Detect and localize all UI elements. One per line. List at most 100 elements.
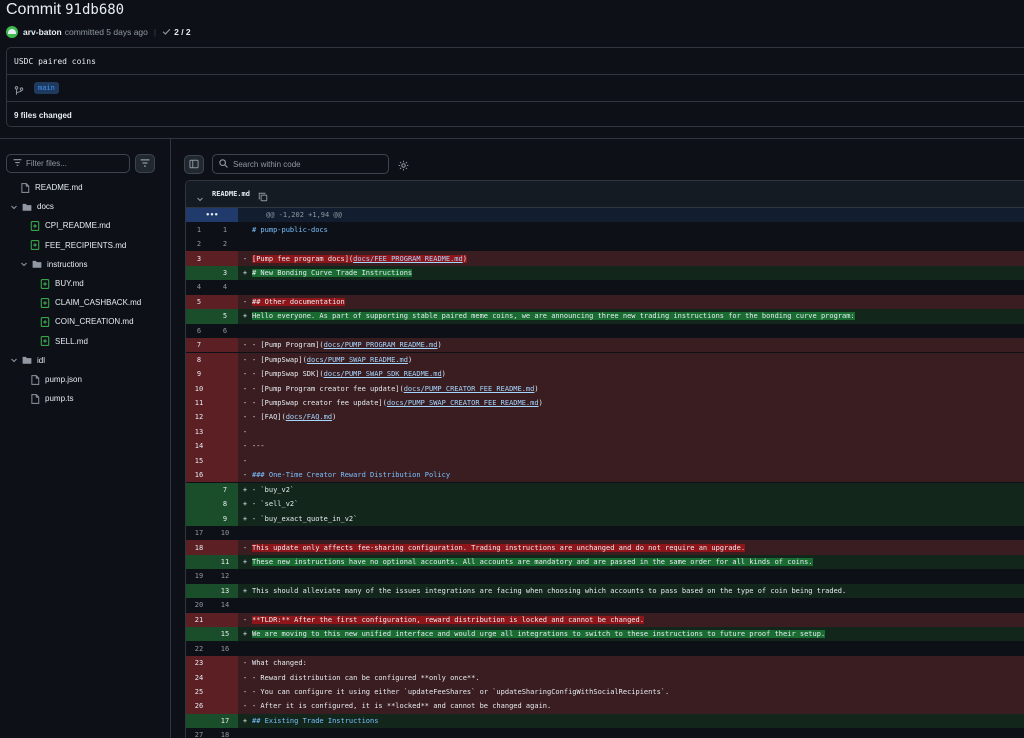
old-line-number[interactable]: 17: [186, 526, 212, 540]
old-line-number[interactable]: 24: [186, 670, 212, 685]
old-line-number[interactable]: 1: [186, 222, 212, 236]
old-line-number[interactable]: [186, 627, 212, 642]
avatar[interactable]: [6, 26, 18, 38]
sidebar-divider[interactable]: [170, 139, 171, 738]
new-line-number[interactable]: 4: [212, 280, 238, 294]
new-line-number[interactable]: [212, 670, 238, 685]
new-line-number[interactable]: [212, 453, 238, 469]
filter-files[interactable]: [6, 154, 130, 173]
chevron-down-icon[interactable]: [20, 260, 28, 268]
new-line-number[interactable]: 8: [212, 497, 238, 512]
old-line-number[interactable]: 5: [186, 294, 212, 310]
code-search[interactable]: [212, 154, 389, 174]
new-line-number[interactable]: 5: [212, 309, 238, 324]
new-line-number[interactable]: 2: [212, 237, 238, 251]
tree-folder[interactable]: docs: [10, 197, 54, 216]
old-line-number[interactable]: [186, 511, 212, 526]
new-line-number[interactable]: [212, 540, 238, 555]
tree-file[interactable]: README.md: [20, 178, 83, 197]
new-line-number[interactable]: [212, 395, 238, 411]
old-line-number[interactable]: [186, 713, 212, 729]
chevron-down-icon[interactable]: [10, 203, 18, 211]
new-line-number[interactable]: 6: [212, 324, 238, 338]
old-line-number[interactable]: 7: [186, 338, 212, 353]
new-line-number[interactable]: [212, 468, 238, 483]
old-line-number[interactable]: 3: [186, 251, 212, 266]
old-line-number[interactable]: 14: [186, 439, 212, 454]
new-line-number[interactable]: 13: [212, 583, 238, 599]
tree-file[interactable]: FEE_RECIPIENTS.md: [30, 236, 126, 255]
new-line-number[interactable]: [212, 338, 238, 353]
copy-icon[interactable]: [258, 189, 268, 202]
old-line-number[interactable]: 26: [186, 699, 212, 714]
new-line-number[interactable]: [212, 424, 238, 440]
tree-file[interactable]: CPI_README.md: [30, 216, 110, 235]
tree-file[interactable]: SELL.md: [40, 332, 88, 351]
old-line-number[interactable]: 12: [186, 410, 212, 425]
new-line-number[interactable]: [212, 439, 238, 454]
old-line-number[interactable]: 9: [186, 366, 212, 382]
old-line-number[interactable]: 13: [186, 424, 212, 440]
new-line-number[interactable]: [212, 366, 238, 382]
chevron-down-icon[interactable]: [196, 190, 204, 202]
diff-hunk-header[interactable]: ••• @@ -1,202 +1,94 @@: [186, 208, 1024, 223]
new-line-number[interactable]: [212, 381, 238, 396]
checks-status[interactable]: 2 / 2: [174, 27, 191, 37]
new-line-number[interactable]: 14: [212, 598, 238, 612]
code-search-input[interactable]: [233, 159, 383, 169]
old-line-number[interactable]: [186, 482, 212, 497]
new-line-number[interactable]: 17: [212, 713, 238, 729]
old-line-number[interactable]: 20: [186, 598, 212, 612]
new-line-number[interactable]: [212, 699, 238, 714]
new-line-number[interactable]: 12: [212, 569, 238, 583]
new-line-number[interactable]: [212, 684, 238, 700]
tree-file[interactable]: BUY.md: [40, 274, 84, 293]
new-line-number[interactable]: [212, 294, 238, 310]
old-line-number[interactable]: 4: [186, 280, 212, 294]
old-line-number[interactable]: 19: [186, 569, 212, 583]
new-line-number[interactable]: [212, 655, 238, 671]
old-line-number[interactable]: 22: [186, 642, 212, 656]
old-line-number[interactable]: 11: [186, 395, 212, 411]
old-line-number[interactable]: 8: [186, 352, 212, 367]
filter-options-button[interactable]: [135, 154, 155, 173]
tree-file[interactable]: CLAIM_CASHBACK.md: [40, 293, 141, 312]
diff-filename[interactable]: README.md: [212, 190, 250, 198]
new-line-number[interactable]: 9: [212, 511, 238, 526]
new-line-number[interactable]: [212, 410, 238, 425]
old-line-number[interactable]: [186, 554, 212, 570]
new-line-number[interactable]: 15: [212, 627, 238, 642]
old-line-number[interactable]: 25: [186, 684, 212, 700]
author-link[interactable]: arv-baton: [23, 27, 62, 37]
chevron-down-icon[interactable]: [10, 356, 18, 364]
new-line-number[interactable]: [212, 612, 238, 627]
filter-files-input[interactable]: [26, 159, 121, 168]
expand-hunk-button[interactable]: •••: [186, 208, 238, 223]
tree-file[interactable]: pump.json: [30, 370, 82, 389]
new-line-number[interactable]: 16: [212, 642, 238, 656]
branch-label[interactable]: main: [34, 82, 59, 94]
old-line-number[interactable]: 23: [186, 655, 212, 671]
tree-file[interactable]: COIN_CREATION.md: [40, 312, 134, 331]
tree-folder[interactable]: idl: [10, 351, 45, 370]
old-line-number[interactable]: 27: [186, 728, 212, 738]
old-line-number[interactable]: 16: [186, 468, 212, 483]
gear-icon[interactable]: [398, 158, 409, 171]
old-line-number[interactable]: [186, 309, 212, 324]
new-line-number[interactable]: 18: [212, 728, 238, 738]
old-line-number[interactable]: [186, 265, 212, 281]
old-line-number[interactable]: 18: [186, 540, 212, 555]
old-line-number[interactable]: [186, 583, 212, 599]
tree-file[interactable]: pump.ts: [30, 389, 73, 408]
new-line-number[interactable]: 10: [212, 526, 238, 540]
old-line-number[interactable]: 21: [186, 612, 212, 627]
toggle-sidebar-button[interactable]: [184, 155, 204, 174]
new-line-number[interactable]: 7: [212, 482, 238, 497]
tree-folder[interactable]: instructions: [20, 255, 87, 274]
new-line-number[interactable]: 11: [212, 554, 238, 570]
old-line-number[interactable]: [186, 497, 212, 512]
old-line-number[interactable]: 2: [186, 237, 212, 251]
new-line-number[interactable]: 1: [212, 222, 238, 236]
old-line-number[interactable]: 6: [186, 324, 212, 338]
new-line-number[interactable]: 3: [212, 265, 238, 281]
